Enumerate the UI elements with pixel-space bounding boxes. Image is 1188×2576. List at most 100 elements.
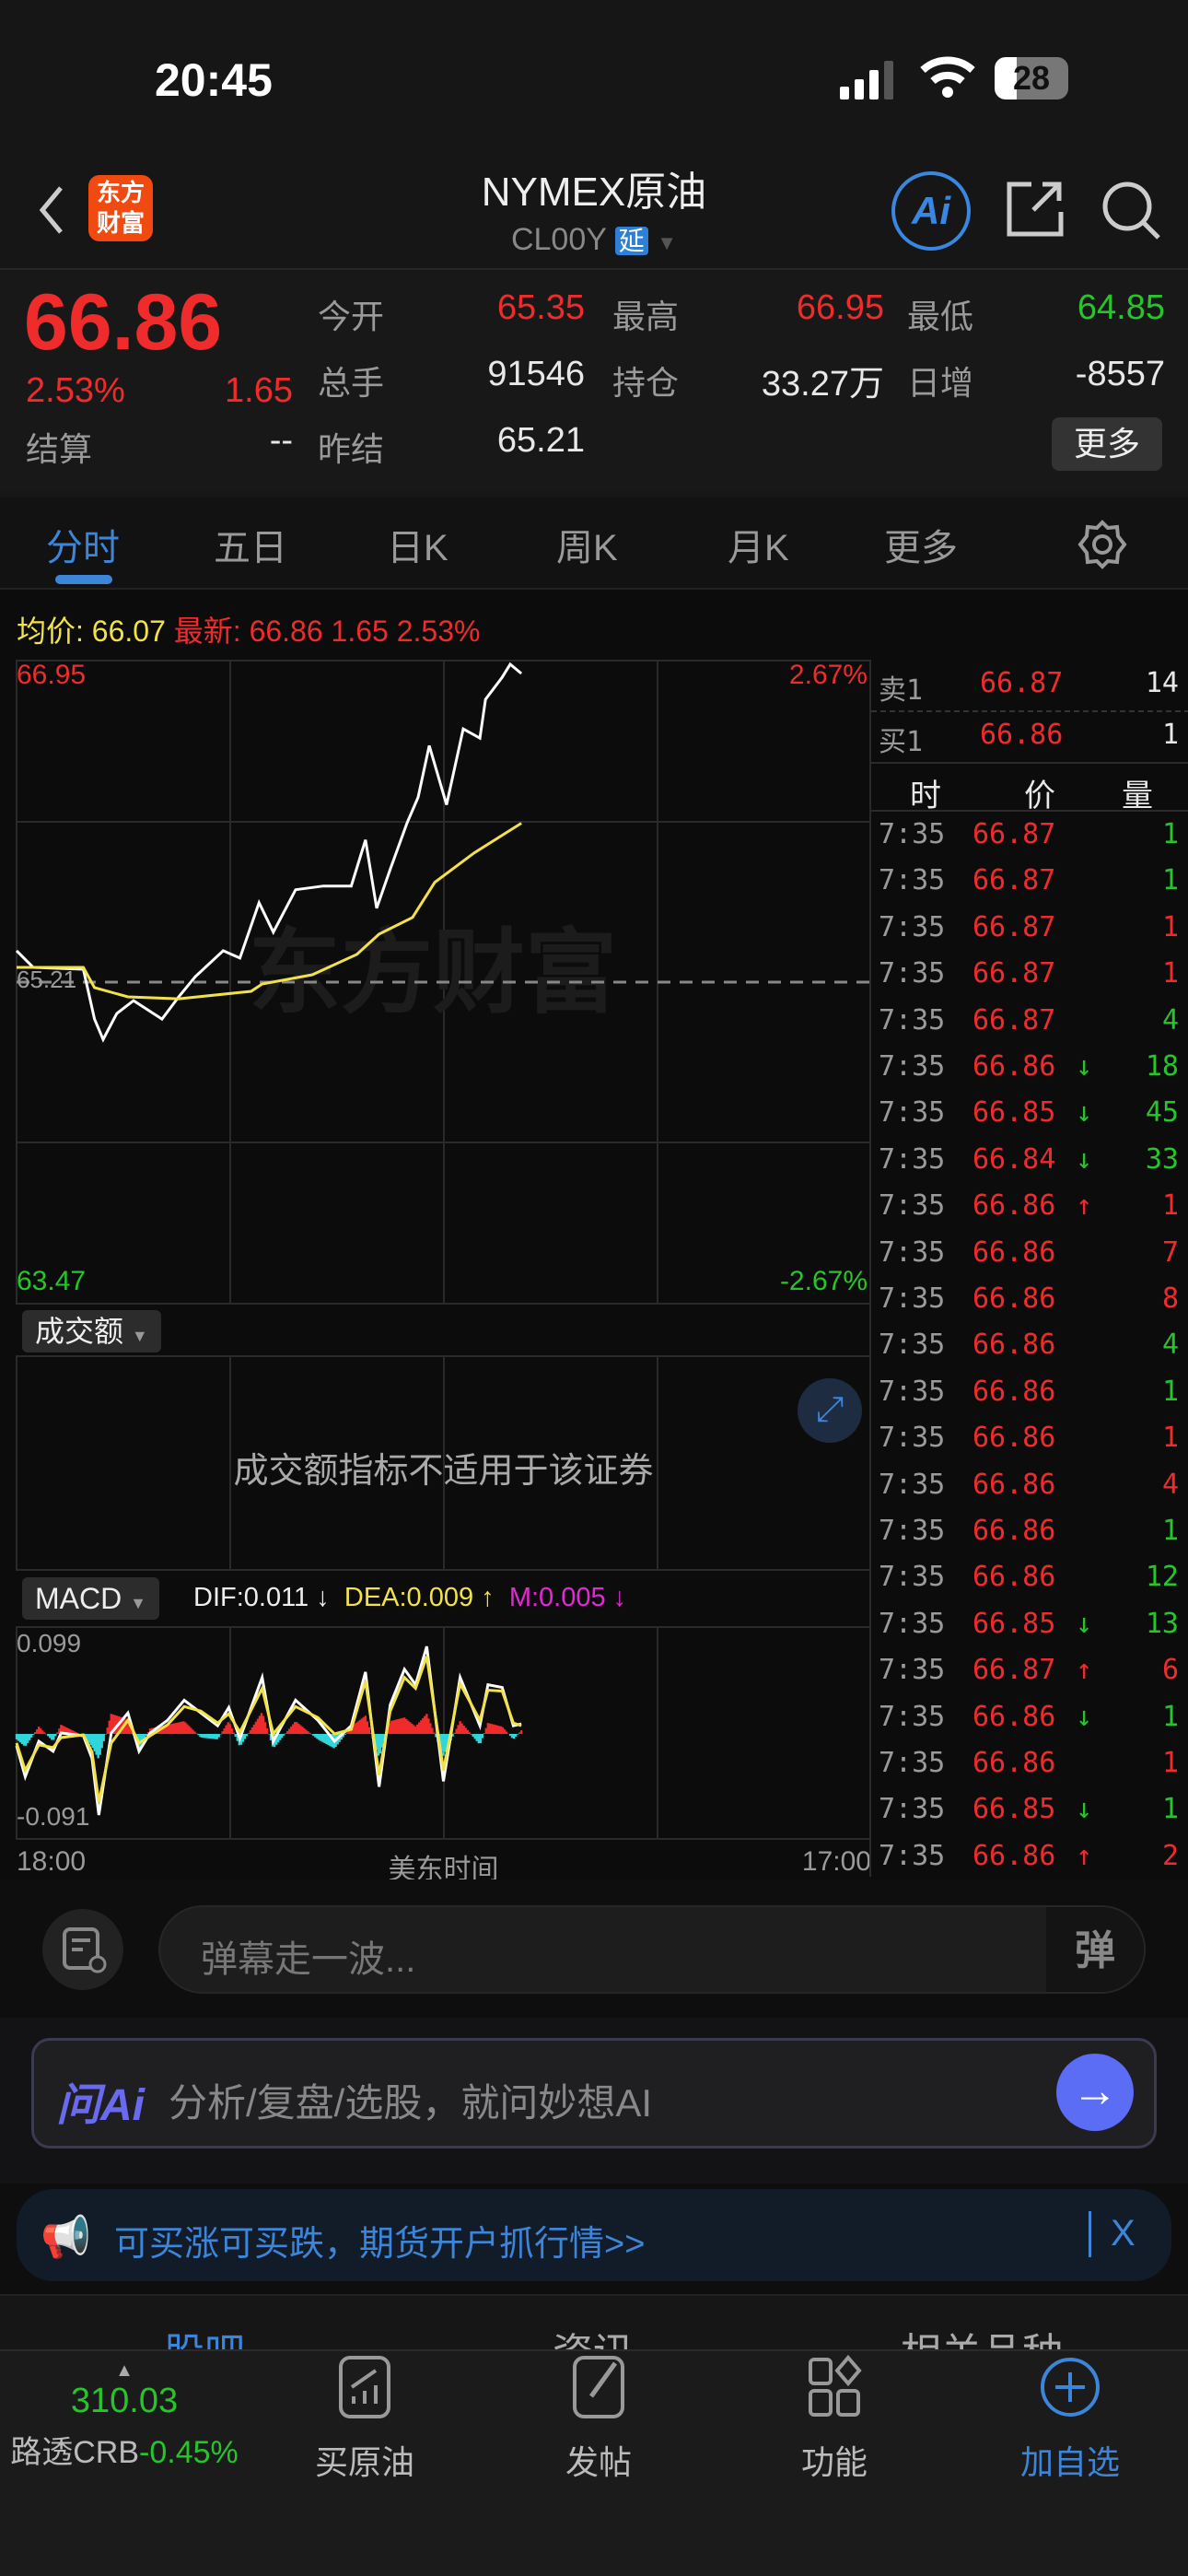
index-ticker[interactable]: ▲ 310.03 路透CRB-0.45% [0, 2360, 249, 2472]
m-value: M:0.005 ↓ [508, 1583, 627, 1612]
trade-time: 7:35 [879, 1096, 946, 1130]
trade-row: 7:35 66.85 ↓ 13 [866, 1602, 1188, 1648]
trade-direction-icon: ↑ [1076, 1839, 1093, 1872]
trade-volume: 13 [1145, 1607, 1179, 1640]
subtab-news[interactable]: 资讯 [553, 2320, 634, 2349]
ask-label: 卖1 [879, 674, 924, 707]
trade-time: 7:35 [879, 1839, 946, 1872]
banner-close-button[interactable]: X [1111, 2213, 1136, 2254]
nav-post[interactable]: 发帖 [497, 2354, 700, 2484]
trade-volume: 45 [1145, 1096, 1179, 1130]
trade-price: 66.87 [973, 910, 1056, 943]
plus-circle-icon [1041, 2358, 1100, 2417]
trade-direction-icon: ↓ [1076, 1793, 1093, 1826]
macd-min-label: -0.091 [17, 1802, 90, 1831]
dea-value: DEA:0.009 ↑ [344, 1583, 495, 1612]
trade-header: 时价量 [866, 765, 1188, 814]
trade-price: 66.87 [973, 1654, 1056, 1687]
ai-ask-box[interactable]: 问Ai 分析/复盘/选股，就问妙想AI → [31, 2038, 1157, 2149]
caret-up-icon: ▲ [115, 2360, 134, 2381]
bid-label: 买1 [879, 726, 924, 758]
trade-time: 7:35 [879, 910, 946, 943]
nav-buy-oil[interactable]: 买原油 [263, 2354, 466, 2484]
trade-time: 7:35 [879, 1654, 946, 1687]
ai-submit-arrow-icon[interactable]: → [1056, 2054, 1134, 2131]
ask-row: 卖1 66.87 14 [866, 662, 1188, 708]
macd-indicator-select[interactable]: MACD ▼ [22, 1577, 159, 1620]
trade-row: 7:35 66.87 1 [866, 906, 1188, 952]
trade-row: 7:35 66.87 4 [866, 999, 1188, 1045]
trade-volume: 4 [1161, 1468, 1179, 1501]
macd-selector-label: MACD [35, 1582, 122, 1615]
trade-time: 7:35 [879, 1003, 946, 1036]
trade-row: 7:35 66.87 1 [866, 859, 1188, 905]
trade-volume: 33 [1145, 1142, 1179, 1176]
trade-time: 7:35 [879, 1329, 946, 1362]
trade-time: 7:35 [879, 1468, 946, 1501]
trade-row: 7:35 66.86 ↑ 1 [866, 1184, 1188, 1230]
trade-row: 7:35 66.86 1 [866, 1741, 1188, 1787]
trade-time: 7:35 [879, 957, 946, 990]
trade-volume: 6 [1161, 1654, 1179, 1687]
dea-line [15, 1656, 522, 1803]
trade-time: 7:35 [879, 1050, 946, 1083]
y-max-pct-label: 2.67% [788, 660, 868, 690]
nav-add-watchlist[interactable]: 加自选 [969, 2354, 1171, 2484]
y-min-pct-label: -2.67% [779, 1266, 868, 1296]
trade-volume: 7 [1161, 1235, 1179, 1269]
trade-price: 66.87 [973, 1003, 1056, 1036]
trade-volume: 4 [1161, 1003, 1179, 1036]
trade-row: 7:35 66.87 1 [866, 952, 1188, 998]
danmaku-toggle[interactable]: 弹 [1046, 1907, 1144, 1992]
trade-volume: 8 [1161, 1282, 1179, 1315]
dropdown-icon: ▼ [130, 1594, 146, 1612]
banner-text: 可买涨可买跌，期货开户抓行情>> [114, 2225, 646, 2264]
trade-volume: 1 [1161, 910, 1179, 943]
trade-direction-icon: ↓ [1076, 1096, 1093, 1130]
trade-price: 66.86 [973, 1189, 1056, 1223]
expand-icon[interactable]: ⤢ [798, 1378, 862, 1443]
edit-icon [573, 2356, 624, 2418]
divider [871, 710, 1188, 712]
promo-banner[interactable]: 📢 可买涨可买跌，期货开户抓行情>> X [17, 2189, 1171, 2281]
trade-volume: 1 [1161, 1422, 1179, 1455]
ai-brand: 问Ai [56, 2081, 146, 2130]
bid-volume: 1 [1161, 719, 1179, 751]
trade-row: 7:35 66.87 ↑ 6 [866, 1648, 1188, 1694]
danmaku-input[interactable]: 弹幕走一波... 弹 [158, 1905, 1146, 1994]
dif-line [15, 1645, 522, 1816]
bid-row: 买1 66.86 1 [866, 713, 1188, 759]
trade-price: 66.86 [973, 1747, 1056, 1779]
trade-direction-icon: ↑ [1076, 1654, 1093, 1687]
trade-volume: 1 [1161, 1793, 1179, 1826]
trade-volume: 2 [1161, 1839, 1179, 1872]
ai-placeholder: 分析/复盘/选股，就问妙想AI [169, 2081, 653, 2125]
danmaku-settings-icon[interactable] [42, 1909, 123, 1990]
trade-time: 7:35 [879, 1235, 946, 1269]
sub-tabs: 股吧 资讯 相关品种 [0, 2294, 1188, 2349]
grid-icon [809, 2354, 862, 2417]
chart-trend-icon [339, 2356, 390, 2418]
trade-row: 7:35 66.86 ↓ 1 [866, 1695, 1188, 1741]
trade-time: 7:35 [879, 1607, 946, 1640]
header-price: 价 [1024, 779, 1055, 814]
trade-price: 66.85 [973, 1607, 1056, 1640]
nav-label: 加自选 [1019, 2443, 1120, 2481]
volume-indicator-select[interactable]: 成交额 ▼ [22, 1310, 161, 1352]
watermark-logo: 东方财富 [249, 921, 617, 1025]
nav-label: 发帖 [565, 2443, 632, 2481]
trade-price: 66.86 [973, 1839, 1056, 1872]
header-volume: 量 [1122, 779, 1153, 814]
trade-volume: 1 [1161, 1375, 1179, 1408]
subtab-related[interactable]: 相关品种 [901, 2320, 1063, 2349]
trade-volume: 12 [1145, 1561, 1179, 1594]
trade-price: 66.86 [973, 1282, 1056, 1315]
trade-price: 66.86 [973, 1700, 1056, 1733]
subtab-guba[interactable]: 股吧 [164, 2320, 245, 2349]
grid [16, 660, 871, 1840]
trade-row: 7:35 66.86 8 [866, 1277, 1188, 1323]
trade-price: 66.86 [973, 1375, 1056, 1408]
nav-label: 买原油 [314, 2443, 414, 2481]
trade-volume: 1 [1161, 864, 1179, 897]
nav-functions[interactable]: 功能 [733, 2354, 936, 2484]
